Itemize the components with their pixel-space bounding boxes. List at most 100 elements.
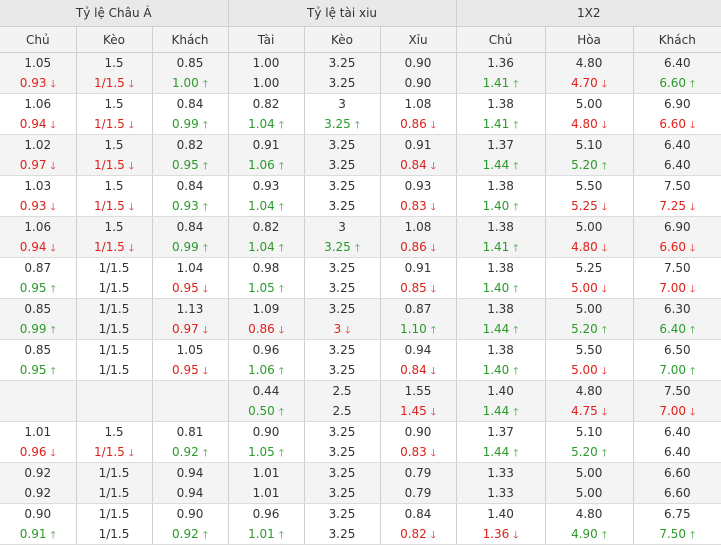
odds-value: 1.36: [482, 527, 510, 541]
arrow-down-icon: 🡓: [601, 243, 607, 254]
odds-cell-under: 0.91 0.85 🡓: [380, 257, 457, 299]
odds-cell-away: 0.84 0.99 🡑: [152, 216, 229, 258]
arrow-up-icon: 🡑: [278, 202, 284, 213]
odds-cell-1x2-home: 1.38 1.41 🡑: [456, 216, 546, 258]
odds-value: 0.97: [19, 158, 47, 172]
odds-cell-handicap: [76, 380, 153, 422]
current-odds: 3.25 🡑: [305, 114, 380, 134]
odds-cell-home: 1.06 0.94 🡓: [0, 216, 77, 258]
odds-value: 0.83: [400, 199, 427, 213]
current-odds: 7.00 🡓: [634, 278, 721, 298]
odds-value: 6.30: [663, 302, 691, 316]
odds-value: 1.40: [487, 507, 514, 521]
opening-odds: 1.5: [77, 422, 152, 442]
table-row: 0.92 0.92 1/1.5 1/1.5 0.94 0.94 1.01 1.01 3.25 3.…: [0, 462, 721, 504]
opening-odds: 1.5: [77, 176, 152, 196]
current-odds: 0.50 🡑: [229, 401, 304, 421]
odds-value: 2.5: [332, 404, 352, 418]
odds-value: 1.38: [487, 220, 514, 234]
odds-value: 1/1.5: [98, 527, 130, 541]
arrow-up-icon: 🡑: [202, 161, 208, 172]
odds-cell-total-line: 2.5 2.5: [304, 380, 381, 422]
opening-odds: 0.91: [381, 135, 456, 155]
odds-cell-under: 0.93 0.83 🡓: [380, 175, 457, 217]
current-odds: 6.40: [634, 442, 721, 462]
odds-value: 1.04: [248, 240, 275, 254]
odds-cell-home: 0.87 0.95 🡑: [0, 257, 77, 299]
odds-cell-1x2-away: 6.90 6.60 🡓: [633, 216, 721, 258]
current-odds: 4.75 🡓: [546, 401, 633, 421]
arrow-up-icon: 🡑: [513, 120, 519, 131]
odds-cell-handicap: 1.5 1/1.5 🡓: [76, 175, 153, 217]
current-odds: 1.00: [229, 73, 304, 93]
odds-value: 7.50: [659, 527, 687, 541]
odds-cell-under: 0.84 0.82 🡓: [380, 503, 457, 545]
table-row: 1.02 0.97 🡓 1.5 1/1.5 🡓 0.82 0.95 🡑 0.91 1.06 🡑 3.25…: [0, 134, 721, 176]
odds-value: 3: [338, 97, 346, 111]
current-odds: 1.45 🡓: [381, 401, 456, 421]
current-odds: 7.00 🡓: [634, 401, 721, 421]
odds-cell-1x2-away: 6.40 6.60 🡑: [633, 52, 721, 94]
odds-value: 2.5: [332, 384, 352, 398]
arrow-up-icon: 🡑: [513, 202, 519, 213]
odds-value: 5.50: [575, 179, 603, 193]
odds-value: 5.20: [571, 445, 598, 459]
current-odds: 1.36 🡓: [457, 524, 545, 544]
odds-cell-total-line: 3.25 3.25: [304, 462, 381, 504]
odds-value: 0.96: [252, 507, 280, 521]
current-odds: 5.00: [546, 483, 633, 503]
odds-value: 0.85: [24, 343, 52, 357]
odds-value: 0.81: [176, 425, 204, 439]
opening-odds: 0.81: [153, 422, 228, 442]
current-odds: 1/1.5 🡓: [77, 442, 152, 462]
opening-odds: 0.85: [0, 340, 75, 360]
odds-cell-away: 0.81 0.92 🡑: [152, 421, 229, 463]
odds-table: Tỷ lệ Châu Á Tỷ lệ tài xiu 1X2 Chủ Kèo K…: [0, 0, 721, 545]
odds-value: 3.25: [328, 466, 356, 480]
current-odds: 5.20 🡑: [546, 319, 633, 339]
current-odds: 4.70 🡓: [546, 73, 633, 93]
odds-cell-1x2-home: 1.38 1.40 🡑: [456, 257, 546, 299]
opening-odds: 3: [305, 217, 380, 237]
odds-value: 1/1.5: [98, 343, 130, 357]
odds-value: 3.25: [328, 158, 356, 172]
odds-cell-1x2-away: 7.50 7.00 🡓: [633, 257, 721, 299]
opening-odds: 0.85: [153, 53, 228, 73]
current-odds: 1.44 🡑: [457, 442, 545, 462]
odds-value: 0.90: [252, 425, 280, 439]
opening-odds: 1.05: [0, 53, 75, 73]
opening-odds: 1.05: [153, 340, 228, 360]
current-odds: 1.04 🡑: [229, 196, 304, 216]
odds-value: 0.95: [172, 158, 199, 172]
odds-value: 5.00: [575, 466, 603, 480]
odds-cell-over: 0.96 1.01 🡑: [228, 503, 305, 545]
odds-cell-1x2-home: 1.40 1.44 🡑: [456, 380, 546, 422]
odds-value: 6.60: [659, 76, 687, 90]
current-odds: 1.05 🡑: [229, 442, 304, 462]
current-odds: 1/1.5 🡓: [77, 73, 152, 93]
odds-value: 3.25: [328, 76, 356, 90]
odds-value: 5.00: [575, 486, 603, 500]
arrow-up-icon: 🡑: [513, 243, 519, 254]
col-under: Xỉu: [380, 26, 457, 53]
col-total-line: Kèo: [304, 26, 381, 53]
opening-odds: 7.50: [634, 258, 721, 278]
opening-odds: 1.13: [153, 299, 228, 319]
opening-odds: 1.37: [457, 135, 545, 155]
arrow-up-icon: 🡑: [278, 120, 284, 131]
odds-cell-under: 0.87 1.10 🡑: [380, 298, 457, 340]
odds-value: 4.80: [571, 117, 598, 131]
opening-odds: 6.40: [634, 53, 721, 73]
odds-value: 0.84: [176, 97, 204, 111]
odds-value: 0.92: [172, 445, 199, 459]
odds-value: 1/1.5: [94, 158, 125, 172]
odds-value: 1/1.5: [98, 302, 130, 316]
current-odds: 6.40 🡑: [634, 319, 721, 339]
opening-odds: 0.44: [229, 381, 304, 401]
opening-odds: 0.92: [0, 463, 75, 483]
col-home: Chủ: [0, 26, 77, 53]
arrow-up-icon: 🡑: [278, 243, 284, 254]
odds-value: 5.50: [575, 343, 603, 357]
odds-value: 1.5: [104, 220, 124, 234]
arrow-up-icon: 🡑: [278, 407, 284, 418]
